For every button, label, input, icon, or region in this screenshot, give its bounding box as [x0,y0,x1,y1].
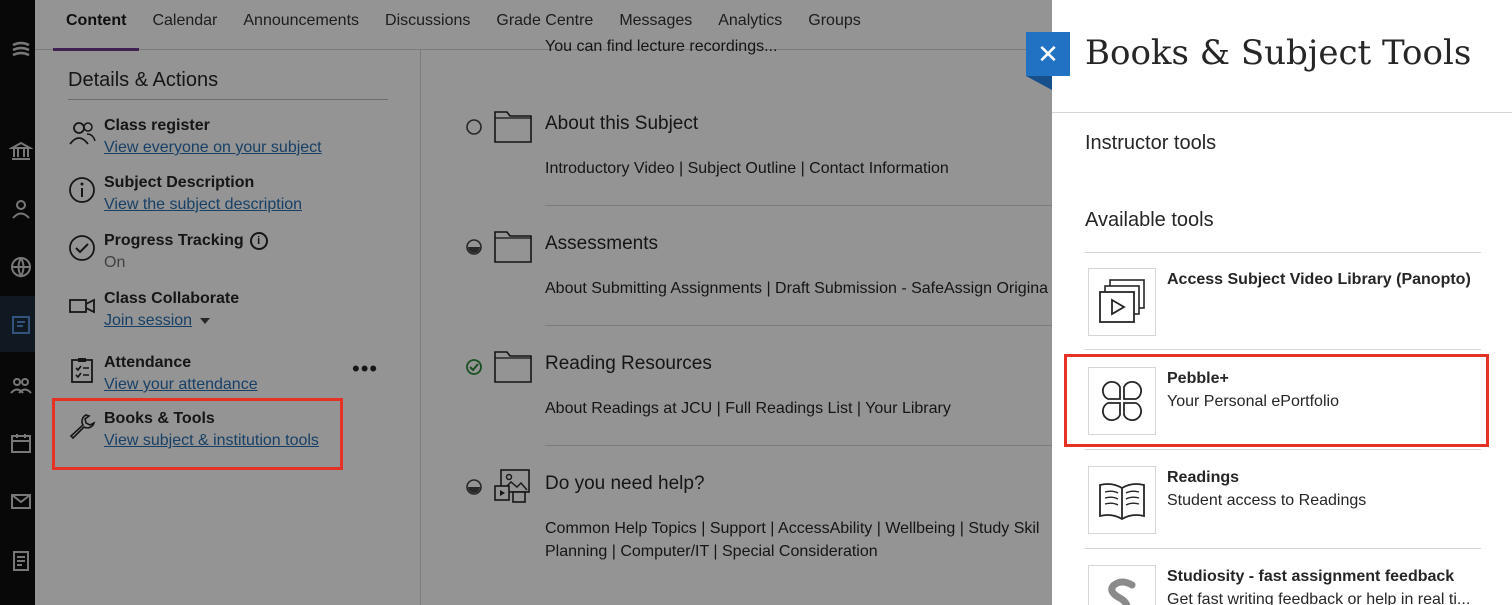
tool-studiosity[interactable]: Studiosity - fast assignment feedback Ge… [1085,550,1485,605]
studiosity-icon [1088,565,1156,605]
divider [1085,548,1481,549]
divider [1052,112,1512,113]
available-tools-heading: Available tools [1085,209,1214,231]
close-button[interactable]: ✕ [1026,32,1070,76]
tool-description: Get fast writing feedback or help in rea… [1167,591,1471,605]
instructor-tools-heading: Instructor tools [1085,132,1217,154]
tool-readings[interactable]: Readings Student access to Readings [1085,451,1485,534]
modal-overlay[interactable] [0,0,1052,605]
tool-description: Student access to Readings [1167,492,1367,509]
books-tools-panel: Books & Subject Tools Instructor tools A… [1052,0,1512,605]
tool-name[interactable]: Access Subject Video Library (Panopto) [1167,271,1471,289]
divider [1085,349,1481,350]
tool-name[interactable]: Studiosity - fast assignment feedback [1167,568,1454,586]
book-icon [1088,466,1156,534]
close-button-tail [1026,76,1052,90]
panel-title: Books & Subject Tools [1085,33,1472,73]
highlight-books-tools [52,398,343,470]
tool-panopto[interactable]: Access Subject Video Library (Panopto) [1085,253,1485,336]
close-icon[interactable]: ✕ [1037,39,1059,70]
video-library-icon [1088,268,1156,336]
divider [1085,449,1481,450]
tool-name[interactable]: Readings [1167,469,1239,487]
highlight-pebble [1064,354,1489,447]
